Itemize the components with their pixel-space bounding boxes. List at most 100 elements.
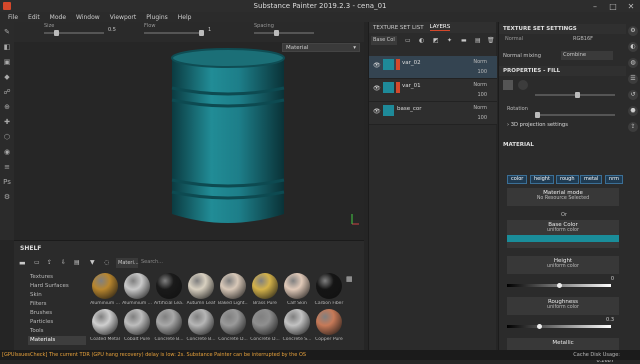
settings-icon[interactable]: ⚙ [3, 193, 12, 202]
metallic-box[interactable]: Metallic [507, 338, 619, 350]
height-box[interactable]: Height uniform color [507, 256, 619, 274]
chip-metal[interactable]: metal [580, 175, 603, 184]
folder-open-icon[interactable]: ▭ [34, 259, 40, 266]
trash-icon[interactable]: 🗑 [487, 37, 495, 44]
search-tag[interactable]: Materi... [116, 258, 139, 268]
color-picker-icon[interactable]: ✚ [3, 118, 12, 127]
grid-view-icon[interactable]: ▦ [346, 275, 353, 283]
tab-layers[interactable]: LAYERS [429, 24, 451, 31]
category-skin[interactable]: Skin [28, 291, 86, 300]
minimize-icon[interactable]: – [586, 0, 604, 12]
tiling-icon[interactable] [518, 80, 528, 90]
material-thumbnail[interactable]: Carbon Fiber [314, 273, 344, 306]
chip-color[interactable]: color [507, 175, 528, 184]
category-hard-surfaces[interactable]: Hard Surfaces [28, 282, 86, 291]
material-thumbnail[interactable]: Baked Light... [218, 273, 248, 306]
roughness-box[interactable]: Roughness uniform color [507, 297, 619, 315]
chip-rough[interactable]: rough [556, 175, 579, 184]
display-settings-icon[interactable]: ◐ [628, 42, 638, 52]
material-thumbnail[interactable]: Aluminium ... [122, 273, 152, 306]
eraser-icon[interactable]: ◧ [3, 43, 12, 52]
search-input[interactable]: Search... [141, 259, 163, 265]
menu-window[interactable]: Window [76, 14, 100, 21]
layer-opacity[interactable]: 100 [477, 115, 487, 121]
menu-file[interactable]: File [8, 14, 18, 21]
import-icon[interactable]: ⇪ [47, 259, 52, 266]
normal-format[interactable]: RGB16F [573, 36, 593, 42]
normal-mixing-select[interactable]: Combine [561, 51, 613, 60]
maximize-icon[interactable]: □ [604, 0, 622, 12]
mask-icon[interactable]: ◩ [433, 37, 439, 44]
tab-texture-set-list[interactable]: TEXTURE SET LIST [373, 25, 424, 31]
scale-slider[interactable] [535, 92, 615, 98]
material-thumbnail[interactable]: Copper Pure [314, 309, 344, 342]
history-icon[interactable]: ↺ [628, 90, 638, 100]
material-thumbnail[interactable]: Artificial Lea... [154, 273, 184, 306]
material-thumbnail[interactable]: Cobalt Pure [122, 309, 152, 342]
blend-mode[interactable]: Norm [473, 105, 487, 111]
base-color-swatch[interactable] [507, 235, 619, 242]
visibility-eye-icon[interactable]: 👁 [373, 62, 381, 69]
clone-icon[interactable]: ⊕ [3, 103, 12, 112]
bake-icon[interactable]: ⬣ [628, 106, 638, 116]
category-brushes[interactable]: Brushes [28, 309, 86, 318]
effect-icon[interactable]: ✦ [447, 37, 452, 44]
layer-row[interactable]: 👁 var_02 Norm 100 [369, 56, 497, 79]
size-slider[interactable] [44, 30, 104, 36]
rotation-slider[interactable] [535, 112, 615, 118]
filter-icon[interactable]: ▼ [90, 259, 95, 266]
blend-mode[interactable]: Norm [473, 59, 487, 65]
projection-settings-toggle[interactable]: › 3D projection settings [507, 122, 568, 128]
delete-icon[interactable]: ▤ [74, 259, 80, 266]
material-thumbnail[interactable]: Concrete B... [186, 309, 216, 342]
category-textures[interactable]: Textures [28, 273, 86, 282]
material-mode-box[interactable]: Material mode No Resource Selected [507, 188, 619, 206]
material-thumbnail[interactable]: Coated Metal [90, 309, 120, 342]
folder-icon[interactable]: ▬ [461, 37, 467, 44]
layer-opacity[interactable]: 100 [477, 92, 487, 98]
3d-viewport[interactable]: Material ▾ [14, 42, 364, 240]
visibility-eye-icon[interactable]: 👁 [373, 108, 381, 115]
folder-icon[interactable]: ▬ [19, 259, 26, 267]
category-tools[interactable]: Tools [28, 327, 86, 336]
material-thumbnail[interactable]: Concrete D... [250, 309, 280, 342]
uv-projection-icon[interactable] [503, 80, 513, 90]
roughness-slider[interactable] [507, 324, 611, 329]
menu-edit[interactable]: Edit [28, 14, 40, 21]
polygon-fill-icon[interactable]: ◆ [3, 73, 12, 82]
group-icon[interactable]: ▤ [475, 37, 481, 44]
smudge-icon[interactable]: ☍ [3, 88, 12, 97]
material-thumbnail[interactable]: Concrete B... [154, 309, 184, 342]
height-slider[interactable] [507, 283, 611, 288]
layer-row[interactable]: 👁 base_cor Norm 100 [369, 102, 497, 125]
material-thumbnail[interactable]: Concrete S... [282, 309, 312, 342]
export-icon[interactable]: ⇩ [61, 259, 66, 266]
layer-opacity[interactable]: 100 [477, 69, 487, 75]
layer-stack-icon[interactable]: ≡ [3, 163, 12, 172]
texture-set-settings-icon[interactable]: ⚙ [628, 26, 638, 36]
material-thumbnail[interactable]: Aluminium ... [90, 273, 120, 306]
menu-mode[interactable]: Mode [50, 14, 66, 21]
spacing-slider[interactable] [254, 30, 314, 36]
camera-icon[interactable]: ◉ [3, 148, 12, 157]
channel-select[interactable]: Base Col [371, 36, 397, 45]
visibility-eye-icon[interactable]: 👁 [373, 85, 381, 92]
flow-slider[interactable] [144, 30, 204, 36]
menu-help[interactable]: Help [178, 14, 192, 21]
base-color-box[interactable]: Base Color uniform color [507, 220, 619, 248]
category-particles[interactable]: Particles [28, 318, 86, 327]
blend-mode[interactable]: Norm [473, 82, 487, 88]
paint-layer-icon[interactable]: ▭ [405, 37, 411, 44]
paint-brush-icon[interactable]: ✎ [3, 28, 12, 37]
clear-filter-icon[interactable]: ◌ [104, 259, 109, 266]
material-thumbnail[interactable]: Brass Pure [250, 273, 280, 306]
geometry-mask-icon[interactable]: ⬡ [3, 133, 12, 142]
category-filters[interactable]: Filters [28, 300, 86, 309]
category-materials[interactable]: Materials [28, 336, 86, 345]
projection-icon[interactable]: ▣ [3, 58, 12, 67]
close-icon[interactable]: ✕ [622, 0, 640, 12]
menu-viewport[interactable]: Viewport [110, 14, 137, 21]
material-thumbnail[interactable]: Autumn Leaf [186, 273, 216, 306]
menu-plugins[interactable]: Plugins [146, 14, 168, 21]
material-thumbnail[interactable]: Calf Skin [282, 273, 312, 306]
